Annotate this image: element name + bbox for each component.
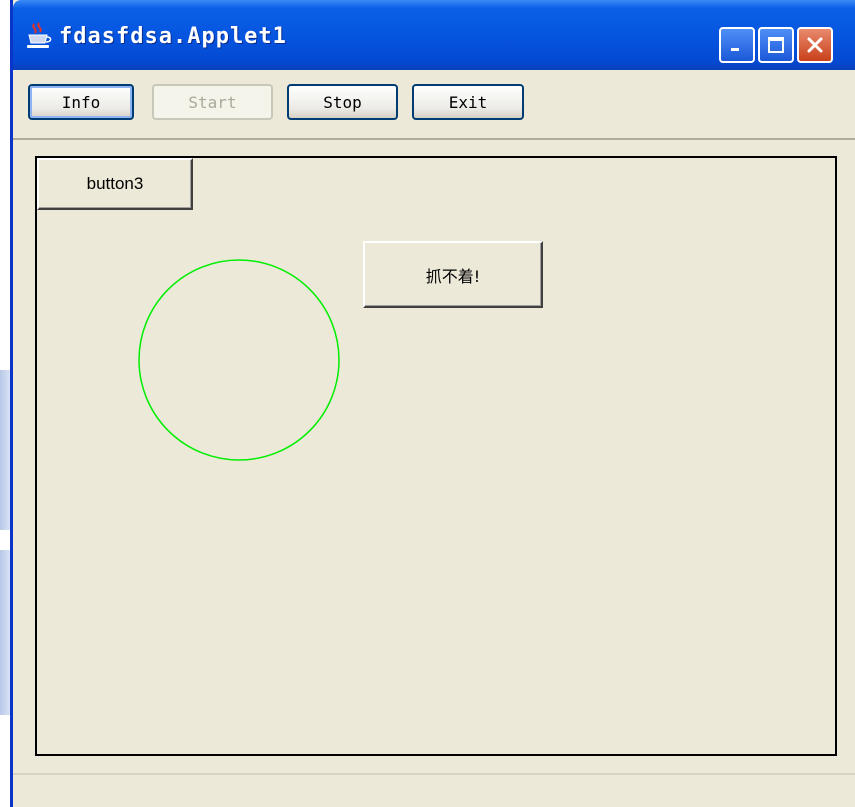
java-cup-icon	[25, 22, 53, 50]
catch-button[interactable]: 抓不着!	[363, 241, 543, 308]
start-button: Start	[152, 84, 273, 120]
green-circle	[138, 259, 340, 461]
stop-button[interactable]: Stop	[287, 84, 398, 120]
info-button[interactable]: Info	[28, 84, 134, 120]
background-strip-upper	[0, 370, 10, 530]
title-bar[interactable]: fdasfdsa.Applet1	[13, 0, 855, 70]
close-button[interactable]	[797, 27, 833, 63]
minimize-icon	[731, 48, 739, 51]
maximize-icon	[768, 37, 784, 53]
window-title: fdasfdsa.Applet1	[59, 24, 287, 49]
status-bar	[13, 773, 855, 807]
toolbar: Info Start Stop Exit	[13, 70, 855, 140]
background-strip-lower	[0, 550, 10, 715]
applet-window: fdasfdsa.Applet1 Info Start Stop Exit bu…	[10, 0, 855, 807]
maximize-button[interactable]	[758, 27, 794, 63]
exit-button[interactable]: Exit	[412, 84, 524, 120]
applet-canvas[interactable]: button3 抓不着!	[35, 156, 837, 756]
minimize-button[interactable]	[719, 27, 755, 63]
button3[interactable]: button3	[37, 158, 193, 210]
close-icon	[807, 37, 823, 53]
